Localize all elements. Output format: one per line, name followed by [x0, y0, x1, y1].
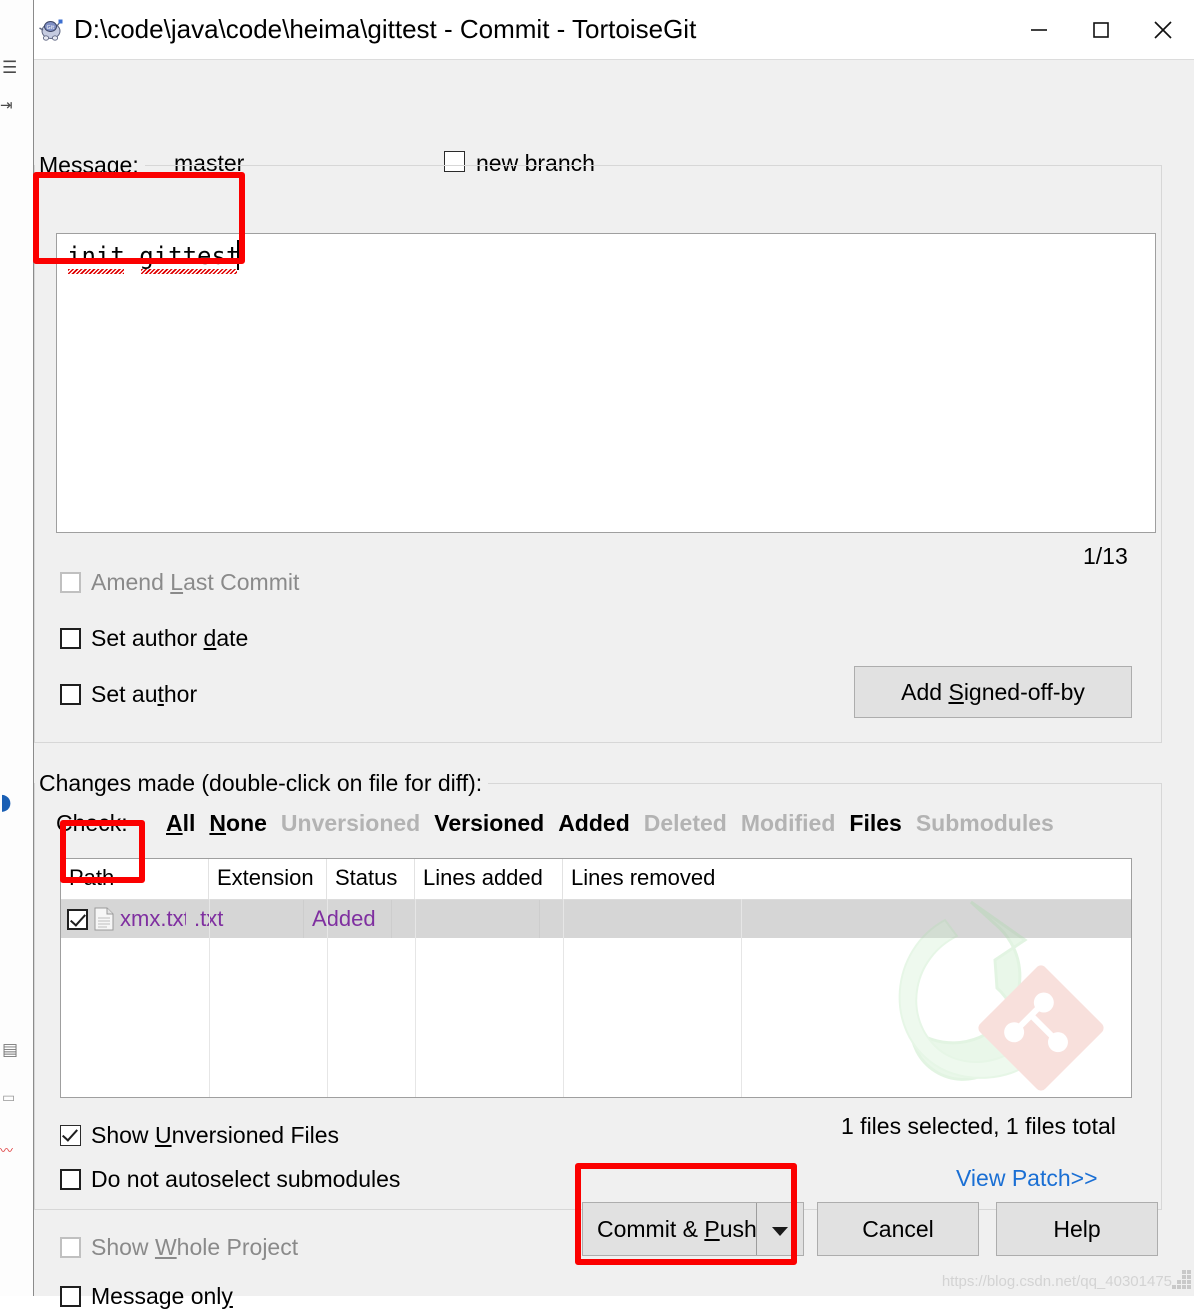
chevron-down-icon [770, 1216, 790, 1243]
show-whole-project-label: Show Whole Project [91, 1234, 299, 1260]
grid-line-5 [741, 899, 742, 1097]
grid-line-1 [209, 899, 210, 1097]
filter-added[interactable]: Added [558, 810, 630, 837]
svg-text:Git: Git [47, 25, 56, 31]
background-blue-marker-icon: ◗ [0, 790, 12, 815]
message-only-checkbox[interactable] [60, 1286, 81, 1307]
background-doc-icon: ▤ [2, 1040, 19, 1060]
background-red-squiggle-icon: 〰 [0, 1144, 14, 1159]
amend-last-commit-checkbox[interactable] [60, 572, 81, 593]
set-author-label: Set author [91, 681, 198, 707]
option-set-author[interactable]: Set author [60, 683, 197, 706]
tortoisegit-icon: Git [38, 17, 64, 43]
close-button[interactable] [1132, 0, 1194, 59]
background-toolbar-icon: ⇥ [0, 96, 13, 114]
spellcheck-underline-word2 [141, 269, 237, 274]
background-line-icon: ▭ [2, 1090, 16, 1106]
help-label: Help [1053, 1215, 1101, 1242]
column-header-extension[interactable]: Extension [209, 859, 327, 899]
file-icon [94, 907, 114, 931]
maximize-button[interactable] [1070, 0, 1132, 59]
help-button[interactable]: Help [996, 1202, 1158, 1256]
show-whole-project-checkbox[interactable] [60, 1237, 81, 1258]
commit-dialog-window: Git D:\code\java\code\heima\gittest - Co… [33, 0, 1194, 1308]
background-window-left-edge: ☰ ⇥ ◗ ▤ ▭ 〰 [0, 0, 35, 1296]
spellcheck-underline-word1 [68, 269, 124, 274]
show-unversioned-files-checkbox[interactable] [60, 1125, 81, 1146]
file-selection-summary: 1 files selected, 1 files total [841, 1113, 1116, 1139]
check-filter-row: Check: [56, 810, 128, 837]
text-caret [237, 240, 239, 270]
file-row-lines-removed [540, 900, 718, 938]
add-signed-off-by-label: Add Signed-off-by [901, 678, 1085, 705]
commit-and-push-label: Commit & Push [597, 1215, 757, 1242]
file-list-header: Path Extension Status Lines added Lines … [61, 859, 1131, 900]
commit-message-text: init gittest [67, 242, 241, 270]
set-author-checkbox[interactable] [60, 684, 81, 705]
table-row[interactable]: xmx.txt .txt Added [61, 900, 1131, 938]
do-not-autoselect-submodules-checkbox[interactable] [60, 1169, 81, 1190]
changed-files-list[interactable]: Path Extension Status Lines added Lines … [60, 858, 1132, 1098]
view-patch-link[interactable]: View Patch>> [956, 1165, 1098, 1192]
grid-line-3 [415, 899, 416, 1097]
filter-none[interactable]: None [209, 810, 267, 837]
title-bar: Git D:\code\java\code\heima\gittest - Co… [34, 0, 1194, 60]
option-do-not-autoselect-submodules[interactable]: Do not autoselect submodules [60, 1168, 400, 1191]
window-controls [1008, 0, 1194, 59]
filter-files[interactable]: Files [849, 810, 901, 837]
watermark-dots-icon [1170, 1270, 1192, 1290]
do-not-autoselect-submodules-label: Do not autoselect submodules [91, 1166, 401, 1192]
filter-versioned[interactable]: Versioned [434, 810, 544, 837]
window-title: D:\code\java\code\heima\gittest - Commit… [74, 14, 697, 44]
filter-unversioned: Unversioned [280, 810, 421, 836]
message-group-title: Message: [35, 152, 145, 179]
add-signed-off-by-button[interactable]: Add Signed-off-by [854, 666, 1132, 718]
set-author-date-label: Set author date [91, 625, 249, 651]
filter-all[interactable]: All [166, 810, 195, 837]
column-header-path[interactable]: Path [61, 859, 209, 899]
filter-links: All None Unversioned Versioned Added Del… [166, 810, 1068, 837]
grid-line-2 [327, 899, 328, 1097]
file-row-path: xmx.txt [120, 906, 186, 931]
filter-deleted: Deleted [643, 810, 727, 836]
column-header-lines-added[interactable]: Lines added [415, 859, 563, 899]
page-watermark: https://blog.csdn.net/qq_40301475 [941, 1273, 1172, 1290]
file-row-extension: .txt [186, 900, 304, 938]
commit-and-push-button[interactable]: Commit & Push [582, 1202, 804, 1256]
option-show-unversioned-files[interactable]: Show Unversioned Files [60, 1124, 339, 1147]
file-row-status: Added [304, 900, 392, 938]
column-header-lines-removed[interactable]: Lines removed [563, 859, 741, 899]
cancel-button[interactable]: Cancel [817, 1202, 979, 1256]
option-message-only[interactable]: Message only [60, 1285, 233, 1308]
amend-last-commit-label: Amend Last Commit [91, 569, 300, 595]
minimize-button[interactable] [1008, 0, 1070, 59]
background-menu-lines-icon: ☰ [2, 58, 18, 78]
filter-submodules: Submodules [915, 810, 1054, 836]
commit-and-push-dropdown[interactable] [756, 1203, 803, 1255]
changes-group-title: Changes made (double-click on file for d… [35, 770, 489, 797]
cancel-label: Cancel [862, 1215, 934, 1242]
option-set-author-date[interactable]: Set author date [60, 627, 248, 650]
message-only-label: Message only [91, 1283, 233, 1309]
message-line-counter: 1/13 [1083, 543, 1128, 569]
column-header-status[interactable]: Status [327, 859, 415, 899]
grid-line-4 [563, 899, 564, 1097]
option-show-whole-project[interactable]: Show Whole Project [60, 1236, 298, 1259]
set-author-date-checkbox[interactable] [60, 628, 81, 649]
filter-modified: Modified [740, 810, 836, 836]
check-label: Check: [56, 810, 128, 836]
option-amend-last-commit[interactable]: Amend Last Commit [60, 571, 299, 594]
file-row-checkbox[interactable] [67, 908, 88, 930]
show-unversioned-files-label: Show Unversioned Files [91, 1122, 340, 1148]
commit-message-input[interactable]: init gittest [56, 233, 1156, 533]
